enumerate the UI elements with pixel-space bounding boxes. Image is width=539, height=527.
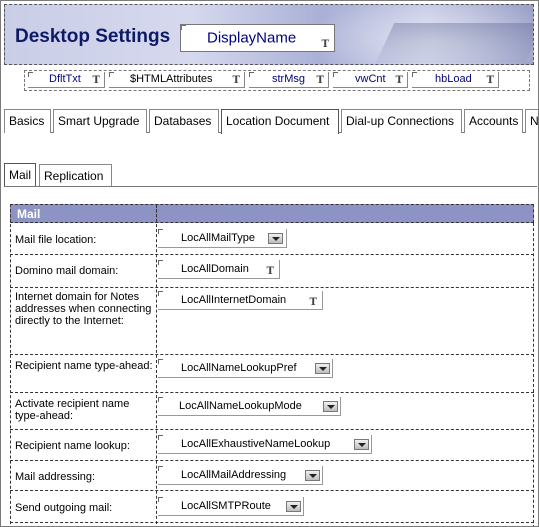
mail-file-location-dropdown[interactable]: LocAllMailType [158, 229, 287, 248]
text-field-icon: T [309, 297, 317, 308]
domino-mail-domain-field[interactable]: LocAllDomain T [158, 260, 280, 279]
field-name: LocAllMailAddressing [181, 469, 287, 481]
chevron-down-icon[interactable] [323, 401, 338, 412]
field-corner-marker [181, 25, 186, 30]
mail-addressing-dropdown[interactable]: LocAllMailAddressing [158, 466, 323, 485]
chevron-down-icon[interactable] [268, 233, 283, 244]
table-row: Recipient name type-ahead: LocAllNameLoo… [10, 355, 534, 393]
tab-mail[interactable]: Mail [4, 163, 36, 186]
text-field-icon: T [232, 75, 240, 86]
text-field-icon: T [321, 39, 329, 50]
tab-databases[interactable]: Databases [149, 109, 219, 133]
field-corner-marker [158, 260, 163, 265]
internet-domain-field[interactable]: LocAllInternetDomain T [158, 291, 323, 310]
sub-tab-bar: Mail Replication [4, 163, 114, 186]
tab-location-document[interactable]: Location Document [221, 109, 339, 134]
field-corner-marker [109, 72, 114, 77]
field-corner-marker [158, 466, 163, 471]
field-name: vwCnt [355, 73, 386, 85]
hidden-field-vwcnt[interactable]: vwCnt T [333, 72, 408, 88]
display-name-field[interactable]: DisplayName T [180, 24, 335, 52]
section-header: Mail [10, 204, 534, 223]
table-row: Mail addressing: LocAllMailAddressing [10, 461, 534, 491]
chevron-down-icon[interactable] [354, 439, 369, 450]
table-row: Domino mail domain: LocAllDomain T [10, 255, 534, 288]
tab-n[interactable]: N [525, 109, 538, 133]
field-corner-marker [28, 72, 33, 77]
text-field-icon: T [266, 266, 274, 277]
chevron-down-icon[interactable] [305, 470, 320, 481]
hidden-field-htmlattributes[interactable]: $HTMLAttributes T [109, 72, 245, 88]
chevron-down-icon[interactable] [286, 501, 301, 512]
field-name: strMsg [272, 73, 305, 85]
table-row: Send outgoing mail: LocAllSMTPRoute [10, 491, 534, 523]
tab-dial-up-connections[interactable]: Dial-up Connections [341, 109, 462, 133]
table-row: Internet domain for Notes addresses when… [10, 288, 534, 355]
text-field-icon: T [486, 75, 494, 86]
tab-smart-upgrade[interactable]: Smart Upgrade [53, 109, 147, 133]
table-row: Mail file location: LocAllMailType [10, 223, 534, 255]
field-corner-marker [158, 435, 163, 440]
table-row: Activate recipient name type-ahead: LocA… [10, 393, 534, 430]
field-name: DfltTxt [49, 73, 81, 85]
row-label: Activate recipient name type-ahead: [15, 398, 130, 422]
chevron-down-icon[interactable] [315, 363, 330, 374]
hidden-field-hbload[interactable]: hbLoad T [412, 72, 499, 88]
recipient-type-ahead-dropdown[interactable]: LocAllNameLookupPref [158, 359, 333, 378]
text-field-icon: T [316, 75, 324, 86]
row-label: Recipient name lookup: [15, 440, 130, 452]
section-header-label: Mail [17, 207, 41, 221]
field-name: LocAllNameLookupPref [181, 362, 297, 374]
tab-basics[interactable]: Basics [4, 109, 51, 133]
row-label: Internet domain for Notes addresses when… [15, 291, 152, 327]
field-name: LocAllSMTPRoute [181, 500, 271, 512]
field-corner-marker [412, 72, 417, 77]
page-title: Desktop Settings [15, 26, 171, 47]
row-label: Domino mail domain: [15, 265, 119, 277]
field-corner-marker [158, 229, 163, 234]
field-corner-marker [249, 72, 254, 77]
tab-replication[interactable]: Replication [39, 164, 112, 186]
field-name: DisplayName [207, 29, 297, 47]
field-name: $HTMLAttributes [130, 73, 213, 85]
field-name: LocAllNameLookupMode [179, 400, 302, 412]
banner: Desktop Settings DisplayName T [4, 4, 534, 65]
field-corner-marker [158, 497, 163, 502]
row-label: Recipient name type-ahead: [15, 360, 153, 372]
table-row: Recipient name lookup: LocAllExhaustiveN… [10, 430, 534, 461]
banner-decoration [375, 23, 533, 63]
field-name: LocAllDomain [181, 263, 249, 275]
text-field-icon: T [395, 75, 403, 86]
send-outgoing-mail-dropdown[interactable]: LocAllSMTPRoute [158, 497, 304, 516]
row-label: Mail addressing: [15, 471, 96, 483]
field-corner-marker [333, 72, 338, 77]
row-label: Send outgoing mail: [15, 502, 113, 514]
text-field-icon: T [92, 75, 100, 86]
row-label: Mail file location: [15, 234, 97, 246]
activate-type-ahead-dropdown[interactable]: LocAllNameLookupMode [158, 397, 341, 416]
field-corner-marker [158, 291, 163, 296]
tab-accounts[interactable]: Accounts [464, 109, 523, 133]
form-designer-window: Desktop Settings DisplayName T DfltTxt T… [0, 0, 539, 527]
field-corner-marker [158, 359, 163, 364]
field-name: LocAllMailType [181, 232, 255, 244]
hidden-field-dflttxt[interactable]: DfltTxt T [28, 72, 105, 88]
recipient-name-lookup-dropdown[interactable]: LocAllExhaustiveNameLookup [158, 435, 372, 454]
field-corner-marker [158, 397, 163, 402]
field-name: hbLoad [435, 73, 472, 85]
main-tab-bar: Basics Smart Upgrade Databases Location … [4, 109, 538, 134]
sub-tab-baseline [4, 186, 537, 187]
hidden-field-strmsg[interactable]: strMsg T [249, 72, 329, 88]
field-name: LocAllExhaustiveNameLookup [181, 438, 331, 450]
field-name: LocAllInternetDomain [181, 294, 287, 306]
